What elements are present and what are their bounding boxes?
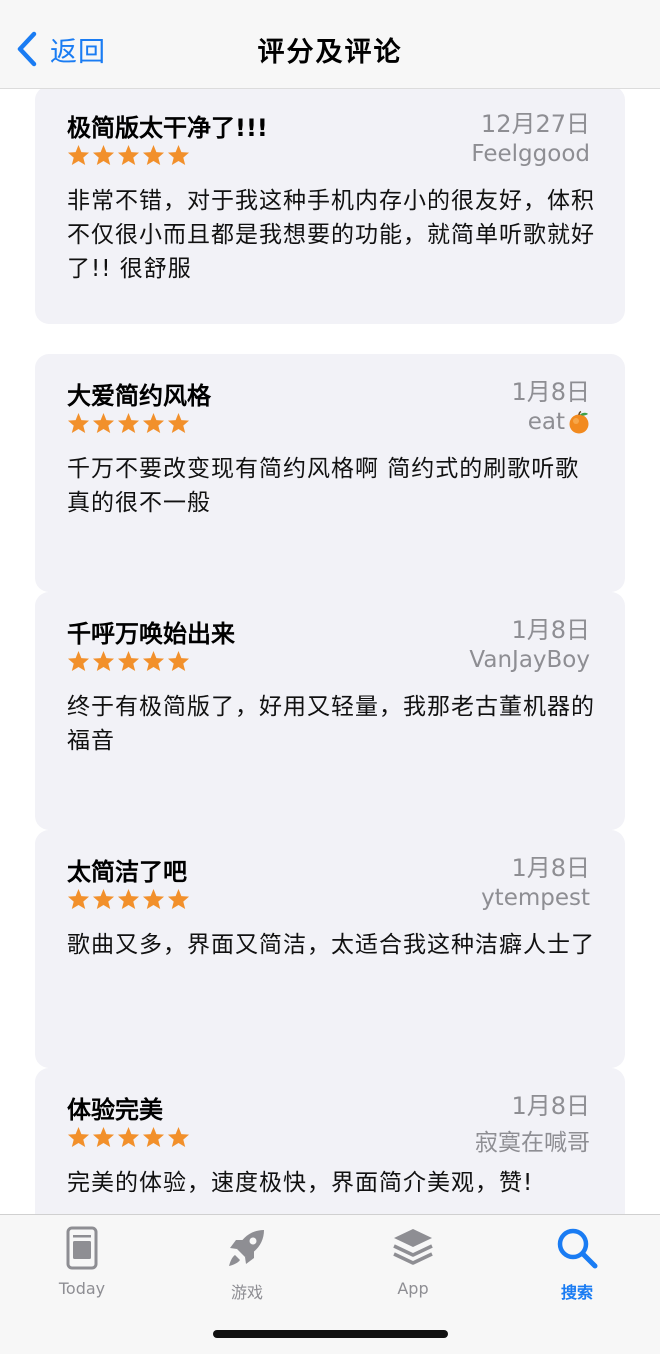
review-date: 1月8日: [511, 378, 590, 406]
star-icon: [142, 1126, 165, 1148]
reviews-list[interactable]: 极简版太干净了!!! 12月27日 Feelggood 非常不错，对于我这种手机…: [0, 88, 660, 1214]
review-title: 体验完美: [67, 1096, 163, 1124]
star-icon: [117, 1126, 140, 1148]
star-rating: [67, 1126, 190, 1148]
star-icon: [67, 650, 90, 672]
app-stack-icon: [393, 1229, 433, 1265]
star-icon: [167, 888, 190, 910]
star-icon: [167, 144, 190, 166]
review-title: 千呼万唤始出来: [67, 620, 235, 648]
review-author: ytempest: [481, 885, 590, 911]
review-card[interactable]: 极简版太干净了!!! 12月27日 Feelggood 非常不错，对于我这种手机…: [35, 88, 625, 324]
tab-today[interactable]: Today: [27, 1225, 137, 1305]
tab-label: 搜索: [560, 1283, 593, 1302]
star-icon: [117, 888, 140, 910]
review-card[interactable]: 大爱简约风格 1月8日 eat 千万不要改变现有简约风格啊 简约式的刷歌听歌真的…: [35, 354, 625, 592]
review-body: 千万不要改变现有简约风格啊 简约式的刷歌听歌真的很不一般: [67, 456, 580, 516]
review-author: eat: [528, 409, 590, 435]
review-body: 歌曲又多，界面又简洁，太适合我这种洁癖人士了: [67, 932, 595, 958]
star-icon: [117, 412, 140, 434]
star-icon: [167, 412, 190, 434]
star-icon: [117, 144, 140, 166]
review-title: 大爱简约风格: [67, 382, 211, 410]
tab-label: 游戏: [230, 1283, 263, 1302]
review-date: 1月8日: [511, 616, 590, 644]
star-icon: [142, 412, 165, 434]
star-icon: [142, 650, 165, 672]
review-title: 极简版太干净了!!!: [67, 114, 268, 142]
star-icon: [92, 412, 115, 434]
review-author-name: Feelggood: [471, 141, 590, 167]
review-date: 12月27日: [480, 110, 590, 138]
review-body: 终于有极简版了，好用又轻量，我那老古董机器的福音: [67, 694, 595, 754]
review-author-name: ytempest: [481, 885, 590, 911]
orange-emoji-icon: [569, 410, 589, 434]
star-rating: [67, 412, 190, 434]
star-rating: [67, 144, 190, 166]
home-indicator[interactable]: [213, 1330, 448, 1338]
tab-label: App: [397, 1279, 429, 1298]
review-author: Feelggood: [471, 141, 590, 167]
rocket-icon: [229, 1230, 264, 1266]
star-icon: [117, 650, 140, 672]
review-card[interactable]: 千呼万唤始出来 1月8日 VanJayBoy 终于有极简版了，好用又轻量，我那老…: [35, 592, 625, 830]
review-card[interactable]: 体验完美 1月8日 寂寞在喊哥 完美的体验，速度极快，界面简介美观，赞!: [35, 1068, 625, 1214]
review-author-name: VanJayBoy: [469, 647, 590, 673]
star-icon: [67, 144, 90, 166]
search-icon: [557, 1228, 598, 1269]
review-author: VanJayBoy: [469, 647, 590, 673]
star-rating: [67, 888, 190, 910]
star-icon: [142, 144, 165, 166]
tab-label: Today: [58, 1279, 106, 1298]
star-icon: [92, 144, 115, 166]
review-body: 完美的体验，速度极快，界面简介美观，赞!: [67, 1170, 534, 1196]
review-date: 1月8日: [511, 854, 590, 882]
review-body: 非常不错，对于我这种手机内存小的很友好，体积不仅很小而且都是我想要的功能，就简单…: [67, 188, 595, 282]
tab-search[interactable]: 搜索: [522, 1225, 632, 1305]
star-icon: [67, 888, 90, 910]
star-icon: [92, 1126, 115, 1148]
star-rating: [67, 650, 190, 672]
review-author-name: eat: [527, 409, 565, 435]
star-icon: [92, 888, 115, 910]
star-icon: [67, 1126, 90, 1148]
today-icon: [66, 1226, 98, 1270]
review-author: 寂寞在喊哥: [475, 1123, 590, 1157]
star-icon: [92, 650, 115, 672]
tab-apps[interactable]: App: [358, 1225, 468, 1305]
star-icon: [67, 412, 90, 434]
page-title: 评分及评论: [257, 37, 403, 68]
review-date: 1月8日: [511, 1092, 590, 1120]
star-icon: [167, 1126, 190, 1148]
star-icon: [142, 888, 165, 910]
navigation-bar: 返回 评分及评论: [0, 0, 660, 89]
tab-games[interactable]: 游戏: [192, 1225, 302, 1305]
review-title: 太简洁了吧: [67, 858, 187, 886]
review-card[interactable]: 太简洁了吧 1月8日 ytempest 歌曲又多，界面又简洁，太适合我这种洁癖人…: [35, 830, 625, 1068]
star-icon: [167, 650, 190, 672]
review-author-name: 寂寞在喊哥: [475, 1130, 590, 1156]
